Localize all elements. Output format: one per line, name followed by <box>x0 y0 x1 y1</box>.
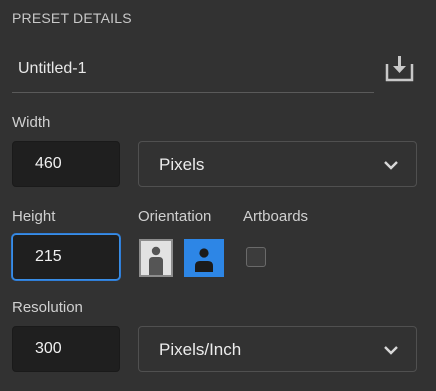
artboards-label: Artboards <box>243 208 309 225</box>
width-input[interactable]: 460 <box>12 141 120 187</box>
resolution-label: Resolution <box>12 299 83 316</box>
resolution-unit-select[interactable]: Pixels/Inch <box>138 326 417 372</box>
section-title: PRESET DETAILS <box>12 10 132 26</box>
width-value: 460 <box>35 155 62 172</box>
resolution-value: 300 <box>35 340 62 357</box>
height-label: Height <box>12 208 56 225</box>
chevron-down-icon <box>384 346 398 355</box>
landscape-orientation-button[interactable] <box>184 239 224 277</box>
portrait-person-icon <box>149 246 163 275</box>
preset-name-field[interactable]: Untitled-1 <box>12 52 374 93</box>
width-unit-select[interactable]: Pixels <box>138 141 417 187</box>
preset-name-text[interactable]: Untitled-1 <box>18 60 86 78</box>
resolution-unit-value: Pixels/Inch <box>159 340 242 359</box>
chevron-down-icon <box>384 161 398 170</box>
width-label: Width <box>12 114 51 131</box>
artboards-checkbox[interactable] <box>246 247 266 267</box>
save-preset-icon[interactable] <box>383 53 416 85</box>
width-unit-value: Pixels <box>159 155 205 174</box>
height-input[interactable]: 215 <box>12 234 120 280</box>
orientation-label: Orientation <box>138 208 212 225</box>
landscape-person-icon <box>195 248 213 272</box>
height-value: 215 <box>35 248 62 265</box>
portrait-orientation-button[interactable] <box>139 239 173 277</box>
resolution-input[interactable]: 300 <box>12 326 120 372</box>
